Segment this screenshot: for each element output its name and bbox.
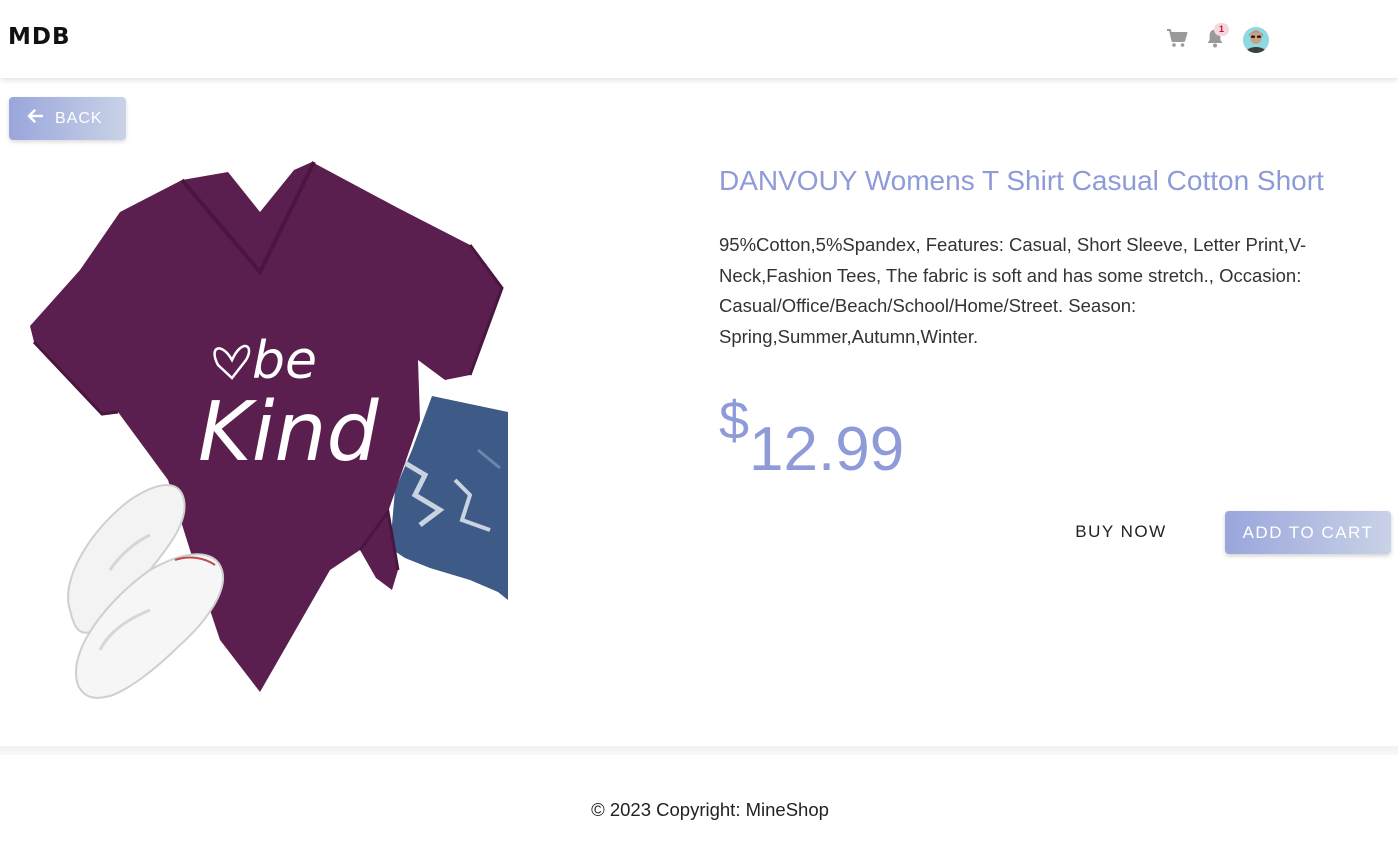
- back-button[interactable]: BACK: [9, 97, 126, 140]
- product-price: $12.99: [719, 391, 904, 484]
- price-amount: 12.99: [749, 415, 905, 484]
- product-description: 95%Cotton,5%Spandex, Features: Casual, S…: [719, 234, 1307, 348]
- navbar: MDB 1: [0, 0, 1398, 78]
- buy-now-button[interactable]: BUY NOW: [1058, 510, 1184, 553]
- notification-badge: 1: [1214, 23, 1229, 36]
- arrow-left-icon: [27, 109, 44, 128]
- footer-copyright: © 2023 Copyright: MineShop: [591, 799, 829, 820]
- product-title: DANVOUY Womens T Shirt Casual Cotton Sho…: [719, 165, 1324, 196]
- brand-logo[interactable]: MDB: [8, 24, 71, 50]
- add-to-cart-button[interactable]: ADD TO CART: [1225, 511, 1391, 554]
- svg-text:Kind: Kind: [198, 385, 380, 480]
- shopping-cart-icon[interactable]: [1165, 26, 1189, 50]
- footer-divider: [0, 746, 1398, 755]
- svg-text:be: be: [252, 331, 317, 391]
- back-button-label: BACK: [55, 109, 103, 127]
- price-currency: $: [719, 391, 750, 451]
- product-image: be Kind: [0, 150, 520, 705]
- user-avatar[interactable]: [1243, 27, 1269, 53]
